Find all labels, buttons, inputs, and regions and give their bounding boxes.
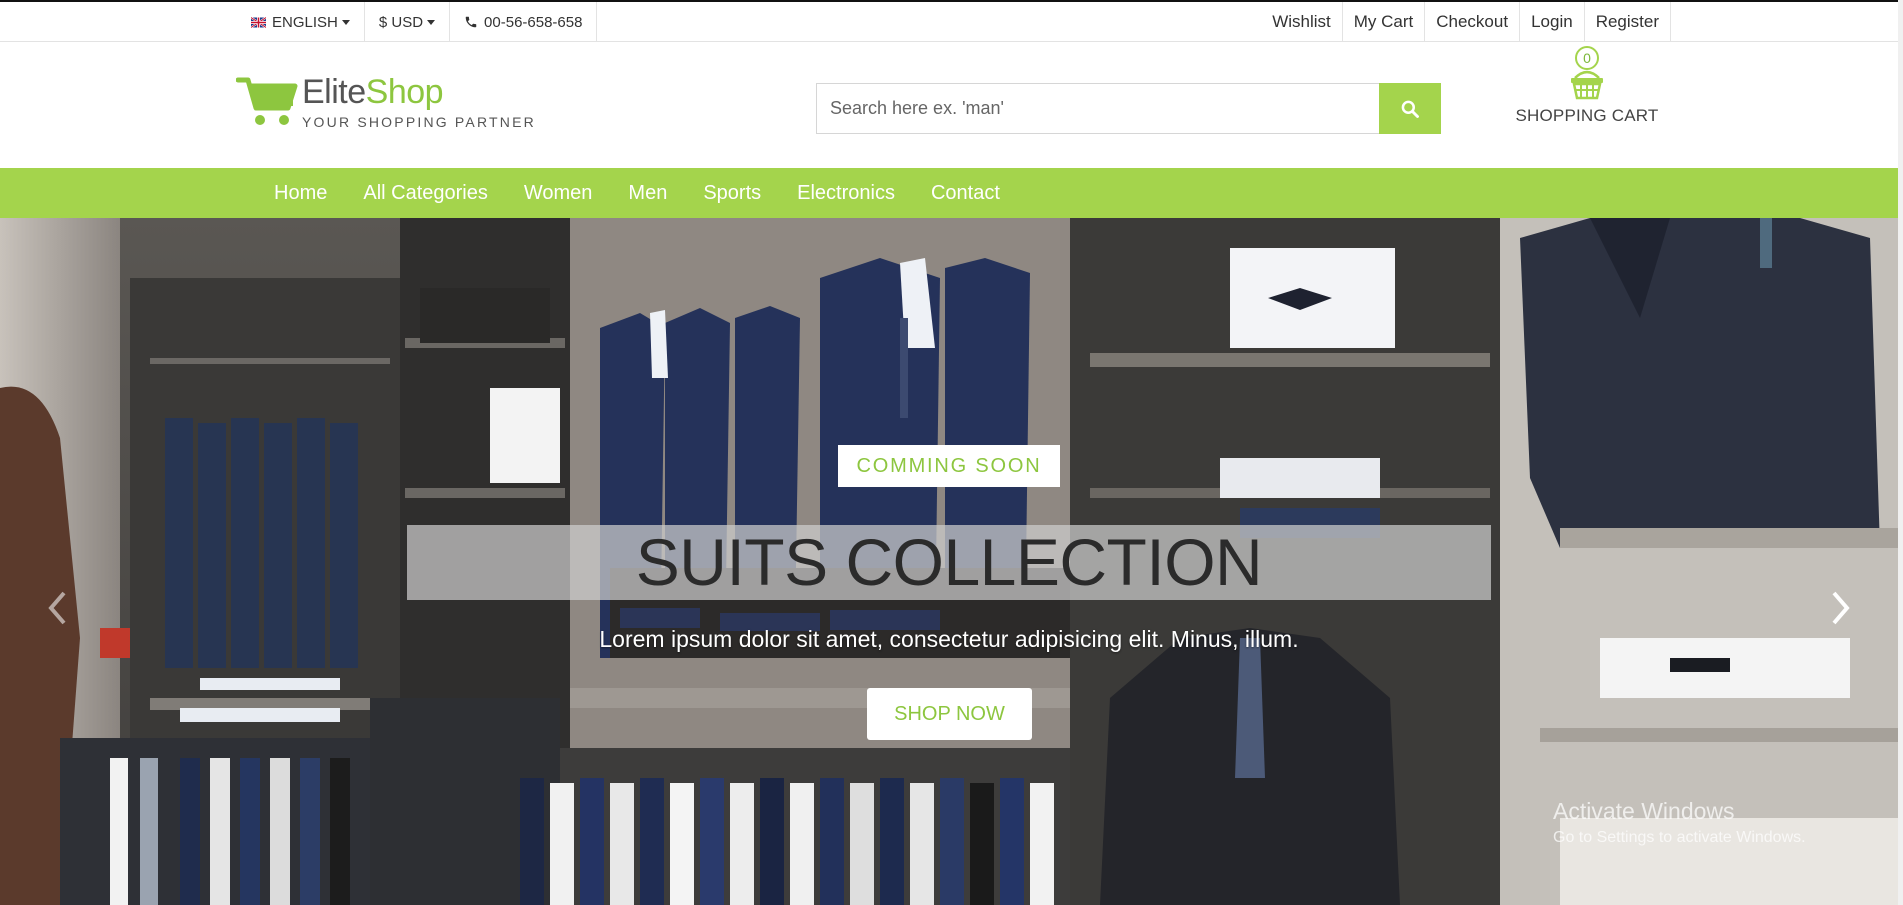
hero-title: SUITS COLLECTION xyxy=(635,525,1263,599)
logo-text: EliteShop YOUR SHOPPING PARTNER xyxy=(302,74,536,130)
logo-name-elite: Elite xyxy=(302,73,366,111)
language-selector[interactable]: ENGLISH xyxy=(237,2,365,42)
cart-count: 0 xyxy=(1575,46,1599,70)
basket-wrapper: 0 xyxy=(1567,46,1607,104)
activation-subtitle: Go to Settings to activate Windows. xyxy=(1553,829,1806,846)
cart-logo-icon xyxy=(236,77,298,125)
shopping-cart[interactable]: 0 SHOPPING CART xyxy=(1512,46,1662,126)
checkout-link[interactable]: Checkout xyxy=(1424,2,1519,42)
page-scrollbar[interactable] xyxy=(1898,0,1903,905)
top-bar-links: Wishlist My Cart Checkout Login Register xyxy=(1261,2,1671,42)
logo-tagline: YOUR SHOPPING PARTNER xyxy=(302,114,536,130)
nav-item-women[interactable]: Women xyxy=(506,168,611,218)
wishlist-link[interactable]: Wishlist xyxy=(1261,2,1342,42)
slider-next-arrow[interactable] xyxy=(1824,583,1858,633)
site-logo[interactable]: EliteShop YOUR SHOPPING PARTNER xyxy=(236,74,536,130)
currency-selector[interactable]: $ USD xyxy=(365,2,451,42)
cart-label: SHOPPING CART xyxy=(1515,106,1659,125)
search-input[interactable] xyxy=(816,83,1379,134)
nav-item-home[interactable]: Home xyxy=(256,168,345,218)
search-bar xyxy=(816,83,1441,134)
logo-name: EliteShop xyxy=(302,74,536,110)
uk-flag-icon xyxy=(251,16,266,28)
register-link[interactable]: Register xyxy=(1583,2,1670,42)
slider-prev-arrow[interactable] xyxy=(40,583,74,633)
top-bar-left: ENGLISH $ USD 00-56-658-658 xyxy=(237,2,598,42)
phone-number: 00-56-658-658 xyxy=(450,2,598,42)
caret-down-icon xyxy=(427,19,436,25)
nav-item-contact[interactable]: Contact xyxy=(913,168,1018,218)
chevron-right-icon xyxy=(1832,591,1850,625)
hero-subtitle: Lorem ipsum dolor sit amet, consectetur … xyxy=(599,626,1299,652)
my-cart-link[interactable]: My Cart xyxy=(1341,2,1425,42)
search-icon xyxy=(1401,100,1419,118)
windows-activation-watermark: Activate Windows Go to Settings to activ… xyxy=(1553,798,1806,847)
shop-now-button[interactable]: SHOP NOW xyxy=(867,688,1032,740)
hero-slider: COMMING SOON SUITS COLLECTION Lorem ipsu… xyxy=(0,218,1903,905)
logo-name-shop: Shop xyxy=(365,73,444,111)
top-bar: ENGLISH $ USD 00-56-658-658 Wishlist My … xyxy=(0,0,1903,42)
nav-list: Home All Categories Women Men Sports Ele… xyxy=(256,168,1018,218)
site-header: EliteShop YOUR SHOPPING PARTNER 0 SHOPPI… xyxy=(0,42,1903,168)
search-button[interactable] xyxy=(1379,83,1441,134)
phone-label: 00-56-658-658 xyxy=(484,13,583,31)
main-navigation: Home All Categories Women Men Sports Ele… xyxy=(0,168,1903,218)
activation-title: Activate Windows xyxy=(1553,798,1735,824)
currency-label: $ USD xyxy=(378,13,424,31)
phone-icon xyxy=(465,16,477,28)
chevron-left-icon xyxy=(48,591,66,625)
caret-down-icon xyxy=(341,19,350,25)
hero-badge: COMMING SOON xyxy=(838,445,1060,487)
nav-item-electronics[interactable]: Electronics xyxy=(779,168,913,218)
nav-item-all-categories[interactable]: All Categories xyxy=(345,168,506,218)
nav-item-men[interactable]: Men xyxy=(610,168,685,218)
nav-item-sports[interactable]: Sports xyxy=(685,168,779,218)
language-label: ENGLISH xyxy=(272,13,338,31)
login-link[interactable]: Login xyxy=(1519,2,1584,42)
